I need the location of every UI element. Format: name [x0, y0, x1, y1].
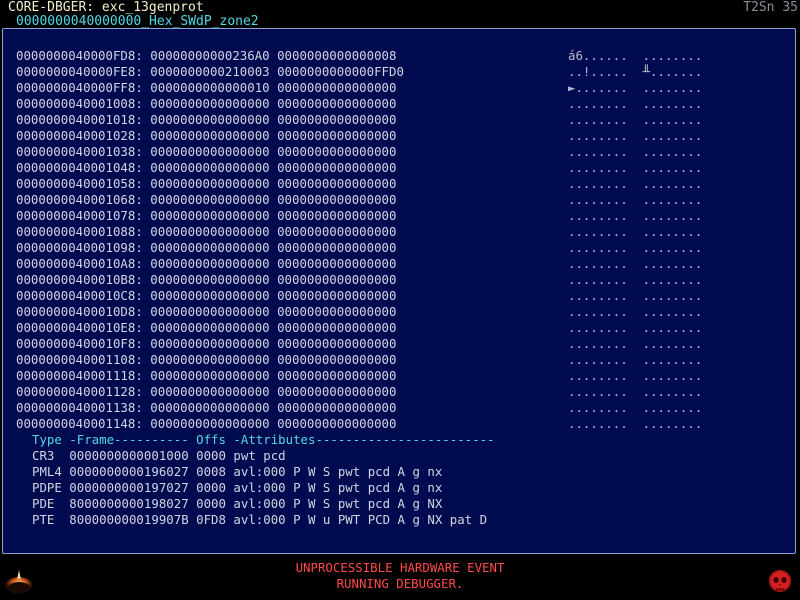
hex-row: 0000000040001068: 0000000000000000 00000…: [16, 192, 397, 207]
hex-dump: 0000000040000FD8: 00000000000236A0 00000…: [16, 48, 556, 432]
page-table: CR3 0000000000001000 0000 pwt pcd PML4 0…: [32, 448, 487, 528]
ascii-row: ........ ........: [568, 240, 703, 255]
ascii-row: ........ ........: [568, 416, 703, 431]
page-table-row-pdpe: PDPE 0000000000197027 0000 avl:000 P W S…: [32, 480, 443, 495]
hex-row: 0000000040001138: 0000000000000000 00000…: [16, 400, 397, 415]
status-message-line1: UNPROCESSIBLE HARDWARE EVENT: [295, 560, 505, 575]
eclipse-logo-icon: [5, 570, 33, 595]
ascii-dump: á6...... ........ ..!..... ╨....... ►...…: [568, 48, 768, 432]
ascii-row: ........ ........: [568, 96, 703, 111]
page-table-row-pte: PTE 800000000019907B 0FD8 avl:000 P W u …: [32, 512, 488, 527]
hex-row: 0000000040001098: 0000000000000000 00000…: [16, 240, 397, 255]
hex-row: 0000000040001148: 0000000000000000 00000…: [16, 416, 397, 431]
ascii-row: ........ ........: [568, 368, 703, 383]
top-bar: CORE-DBGER: exc_13genprot T2Sn 35 000000…: [0, 0, 800, 29]
tab-hex-zone[interactable]: 0000000040000000_Hex_SWdP_zone2: [16, 15, 259, 29]
page-table-row-pml4: PML4 0000000000196027 0008 avl:000 P W S…: [32, 464, 443, 479]
hex-row: 0000000040001018: 0000000000000000 00000…: [16, 112, 397, 127]
hex-row: 0000000040001008: 0000000000000000 00000…: [16, 96, 397, 111]
ascii-row: ........ ........: [568, 176, 703, 191]
hex-row: 00000000400010D8: 0000000000000000 00000…: [16, 304, 397, 319]
ascii-row: ........ ........: [568, 160, 703, 175]
ascii-row: ..!..... ╨.......: [568, 64, 703, 79]
red-skull-icon: [769, 570, 791, 592]
ascii-row: ........ ........: [568, 192, 703, 207]
ascii-row: ►....... ........: [568, 80, 703, 95]
status-message-line2: RUNNING DEBUGGER.: [336, 576, 464, 591]
hex-row: 00000000400010A8: 0000000000000000 00000…: [16, 256, 397, 271]
page-table-header: Type -Frame---------- Offs -Attributes--…: [32, 432, 495, 447]
ascii-row: ........ ........: [568, 272, 703, 287]
hex-row: 0000000040001058: 0000000000000000 00000…: [16, 176, 397, 191]
ascii-row: ........ ........: [568, 112, 703, 127]
ascii-row: ........ ........: [568, 144, 703, 159]
ascii-row: ........ ........: [568, 384, 703, 399]
hex-row: 0000000040000FE8: 0000000000210003 00000…: [16, 64, 404, 79]
ascii-row: á6...... ........: [568, 48, 703, 63]
hex-row: 00000000400010E8: 0000000000000000 00000…: [16, 320, 397, 335]
ascii-row: ........ ........: [568, 256, 703, 271]
ascii-row: ........ ........: [568, 304, 703, 319]
page-table-row-cr3: CR3 0000000000001000 0000 pwt pcd: [32, 448, 286, 463]
ascii-row: ........ ........: [568, 400, 703, 415]
ascii-row: ........ ........: [568, 320, 703, 335]
hex-row: 00000000400010B8: 0000000000000000 00000…: [16, 272, 397, 287]
ascii-row: ........ ........: [568, 288, 703, 303]
hex-row: 0000000040001118: 0000000000000000 00000…: [16, 368, 397, 383]
corner-indicator: T2Sn 35: [743, 0, 798, 15]
hex-row: 0000000040001048: 0000000000000000 00000…: [16, 160, 397, 175]
hex-row: 0000000040001088: 0000000000000000 00000…: [16, 224, 397, 239]
hex-row: 0000000040000FD8: 00000000000236A0 00000…: [16, 48, 397, 63]
ascii-row: ........ ........: [568, 336, 703, 351]
hex-row: 0000000040001028: 0000000000000000 00000…: [16, 128, 397, 143]
ascii-row: ........ ........: [568, 208, 703, 223]
page-table-row-pde: PDE 8000000000198027 0000 avl:000 P W S …: [32, 496, 443, 511]
hex-row: 0000000040001128: 0000000000000000 00000…: [16, 384, 397, 399]
hex-row: 0000000040001038: 0000000000000000 00000…: [16, 144, 397, 159]
ascii-row: ........ ........: [568, 128, 703, 143]
hex-row: 00000000400010C8: 0000000000000000 00000…: [16, 288, 397, 303]
hex-row: 0000000040001078: 0000000000000000 00000…: [16, 208, 397, 223]
hex-row: 0000000040001108: 0000000000000000 00000…: [16, 352, 397, 367]
hex-row: 0000000040000FF8: 0000000000000010 00000…: [16, 80, 397, 95]
ascii-row: ........ ........: [568, 224, 703, 239]
hex-row: 00000000400010F8: 0000000000000000 00000…: [16, 336, 397, 351]
ascii-row: ........ ........: [568, 352, 703, 367]
